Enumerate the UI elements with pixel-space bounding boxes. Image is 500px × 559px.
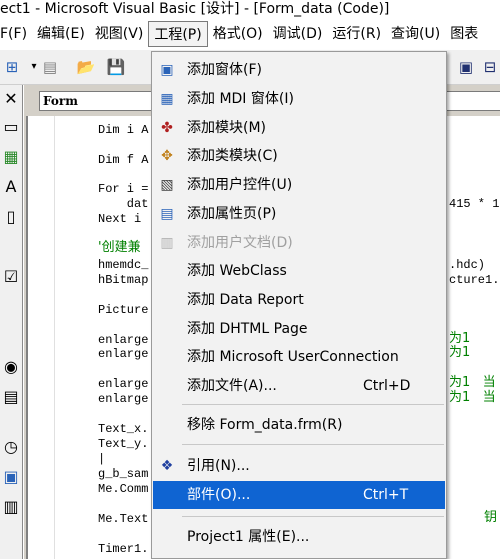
menu-add-dhtml-page[interactable]: 添加 DHTML Page <box>152 315 446 343</box>
code-line: Text_x. <box>98 422 149 436</box>
code-line: Next i <box>98 212 142 226</box>
textbox-tool-icon[interactable]: ▯ <box>0 205 22 229</box>
dir-tool-icon[interactable]: ▥ <box>0 495 22 519</box>
drive-tool-icon[interactable]: ▣ <box>0 465 22 489</box>
code-comment: 为1 <box>449 345 471 360</box>
code-line: g_b_sam <box>98 467 149 481</box>
menu-add-userconnection[interactable]: 添加 Microsoft UserConnection <box>152 343 446 371</box>
menu-file[interactable]: F(F) <box>0 21 32 47</box>
menu-remove-form[interactable]: 移除 Form_data.frm(R) <box>152 411 446 439</box>
menu-add-form[interactable]: ▣ 添加窗体(F) <box>152 56 446 84</box>
picturebox-tool-icon[interactable]: ▦ <box>0 145 22 169</box>
menu-add-webclass[interactable]: 添加 WebClass <box>152 257 446 285</box>
code-line: Picture <box>98 303 149 317</box>
menu-separator <box>182 404 444 405</box>
toolbox-strip: ✕ ▭ ▦ A ▯ ☑ ◉ ▤ ◷ ▣ ▥ <box>0 85 23 559</box>
code-line: Me.Comm <box>98 482 149 496</box>
code-fragment: cture1.h <box>449 273 500 287</box>
code-line: Dim f A <box>98 153 149 167</box>
timer-tool-icon[interactable]: ◷ <box>0 435 22 459</box>
user-control-icon: ▧ <box>160 177 174 193</box>
code-line: Timer1. <box>98 542 149 556</box>
checkbox-tool-icon[interactable]: ☑ <box>0 265 22 289</box>
project-menu: ▣ 添加窗体(F) ▦ 添加 MDI 窗体(I) ✤ 添加模块(M) ✥ 添加类… <box>151 51 447 559</box>
menu-diagram[interactable]: 图表 <box>445 21 483 47</box>
close-icon[interactable]: ✕ <box>0 87 22 111</box>
menu-add-user-control[interactable]: ▧ 添加用户控件(U) <box>152 171 446 199</box>
menu-format[interactable]: 格式(O) <box>208 21 268 47</box>
property-page-icon: ▤ <box>160 206 174 222</box>
code-line: Text_y. <box>98 437 149 451</box>
code-comment: 钥 <box>484 510 498 525</box>
menu-query[interactable]: 查询(U) <box>386 21 445 47</box>
code-line: enlarge <box>98 347 149 361</box>
code-line: Me.Text <box>98 512 149 526</box>
menu-add-class-module[interactable]: ✥ 添加类模块(C) <box>152 142 446 170</box>
text-cursor: | <box>98 452 106 466</box>
code-line: enlarge <box>98 392 149 406</box>
menu-components[interactable]: 部件(O)... Ctrl+T <box>153 481 445 509</box>
shortcut-label: Ctrl+D <box>363 378 411 394</box>
save-icon[interactable]: 💾 <box>106 57 126 77</box>
properties-window-icon[interactable]: ▣ <box>456 57 476 77</box>
menu-debug[interactable]: 调试(D) <box>268 21 328 47</box>
form-layout-icon[interactable]: ⊟ <box>480 57 500 77</box>
code-line: enlarge <box>98 333 149 347</box>
title-bar: ect1 - Microsoft Visual Basic [设计] - [Fo… <box>0 0 500 18</box>
listbox-tool-icon[interactable]: ▤ <box>0 385 22 409</box>
menu-view[interactable]: 视图(V) <box>90 21 149 47</box>
shortcut-label: Ctrl+T <box>363 487 409 503</box>
menu-add-file[interactable]: 添加文件(A)... Ctrl+D <box>152 372 446 400</box>
menu-editor-icon[interactable]: ▤ <box>40 57 60 77</box>
menu-edit[interactable]: 编辑(E) <box>32 21 90 47</box>
menu-add-data-report[interactable]: 添加 Data Report <box>152 286 446 314</box>
menu-bar: F(F) 编辑(E) 视图(V) 工程(P) 格式(O) 调试(D) 运行(R)… <box>0 18 500 50</box>
mdi-form-icon: ▦ <box>160 91 174 107</box>
class-module-icon: ✥ <box>161 148 173 164</box>
code-line: dat <box>98 197 149 211</box>
code-fragment: .hdc) <box>449 258 486 272</box>
module-icon: ✤ <box>161 120 173 136</box>
code-comment: 为1 当 <box>449 375 496 390</box>
code-line: Dim i A <box>98 123 149 137</box>
menu-project[interactable]: 工程(P) <box>148 21 208 47</box>
form-icon: ▣ <box>160 62 174 78</box>
code-margin <box>28 116 55 559</box>
menu-references[interactable]: ❖ 引用(N)... <box>152 452 446 480</box>
menu-separator <box>182 444 444 445</box>
menu-add-property-page[interactable]: ▤ 添加属性页(P) <box>152 200 446 228</box>
label-tool-icon[interactable]: A <box>0 175 22 199</box>
menu-add-user-document: ▥ 添加用户文档(D) <box>152 229 446 257</box>
menu-run[interactable]: 运行(R) <box>327 21 386 47</box>
menu-project-properties[interactable]: Project1 属性(E)... <box>152 523 446 551</box>
code-comment: '创建兼 <box>98 240 141 255</box>
references-icon: ❖ <box>160 458 174 474</box>
code-line: hBitmap <box>98 273 149 287</box>
object-combo[interactable]: Form <box>39 91 157 111</box>
menu-add-mdi-form[interactable]: ▦ 添加 MDI 窗体(I) <box>152 85 446 113</box>
code-fragment: 415 * 10 <box>449 197 500 211</box>
code-line: For i = <box>98 182 149 196</box>
code-comment: 为1 <box>449 331 471 346</box>
code-comment: 为1 当 <box>449 390 496 405</box>
menu-add-module[interactable]: ✤ 添加模块(M) <box>152 114 446 142</box>
pointer-tool-icon[interactable]: ▭ <box>0 115 22 139</box>
open-folder-icon[interactable]: 📂 <box>76 57 96 77</box>
code-line: hmemdc_ <box>98 258 149 272</box>
user-document-icon: ▥ <box>160 235 174 251</box>
add-project-icon[interactable]: ⊞ <box>2 57 22 77</box>
code-line: enlarge <box>98 377 149 391</box>
option-tool-icon[interactable]: ◉ <box>0 355 22 379</box>
window-title: ect1 - Microsoft Visual Basic [设计] - [Fo… <box>0 1 390 17</box>
menu-separator <box>182 516 444 517</box>
